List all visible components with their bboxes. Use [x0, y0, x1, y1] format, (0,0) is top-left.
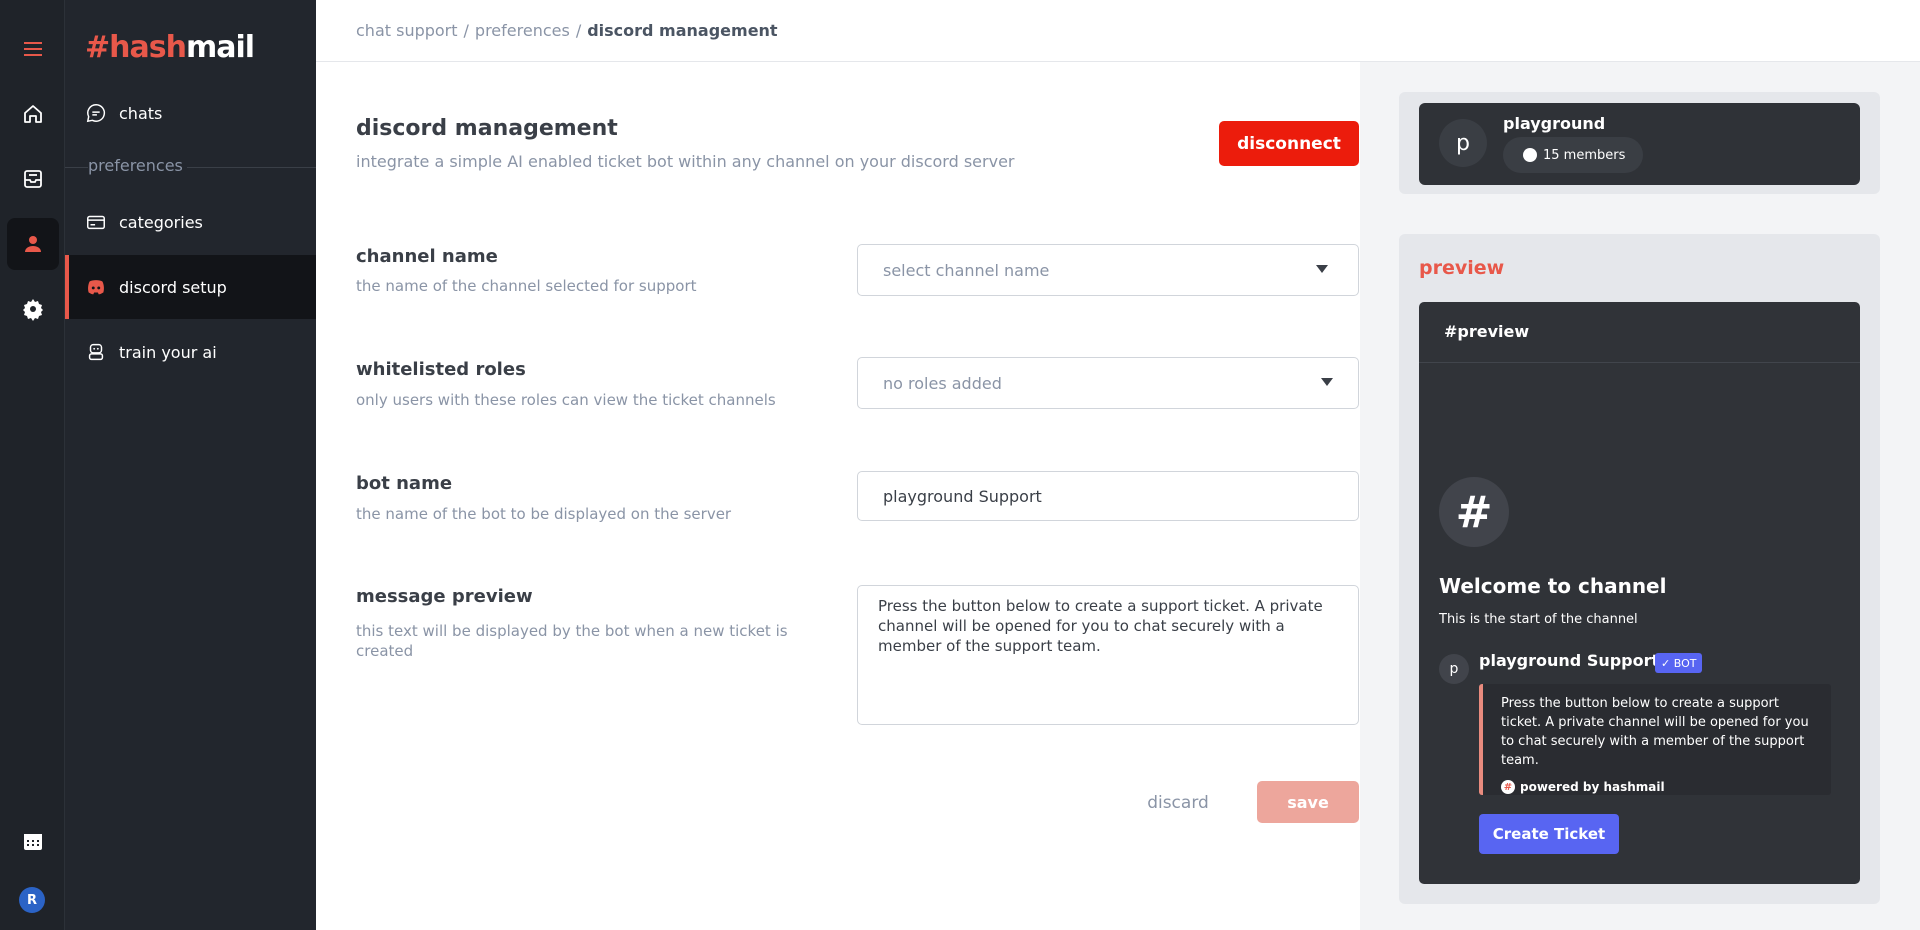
sidebar: #hashmail chats preferences categories d… [65, 0, 316, 930]
channel-name-label: channel name [356, 246, 498, 267]
server-name: playground [1503, 114, 1606, 133]
embed-footer: # powered by hashmail [1501, 780, 1813, 794]
breadcrumb-separator: / [575, 21, 582, 40]
sidebar-item-chats[interactable]: chats [65, 81, 316, 145]
page-subtitle: integrate a simple AI enabled ticket bot… [356, 152, 1015, 171]
support-agent-icon [25, 236, 41, 252]
page-title: discord management [356, 116, 618, 141]
home-icon [24, 105, 42, 123]
caret-down-icon [1316, 265, 1328, 273]
inbox-button[interactable] [7, 153, 59, 205]
calendar-icon [24, 834, 42, 850]
hashmail-logo: #hashmail [85, 30, 255, 65]
breadcrumb-preferences[interactable]: preferences [475, 21, 570, 40]
caret-down-icon [1321, 378, 1333, 386]
save-button[interactable]: save [1257, 781, 1359, 823]
message-preview-help: this text will be displayed by the bot w… [356, 622, 788, 660]
bot-name-label: bot name [356, 473, 453, 494]
channel-name-help: the name of the channel selected for sup… [356, 277, 697, 295]
chat-bubble-icon [86, 104, 106, 123]
channel-start-text: This is the start of the channel [1439, 612, 1638, 627]
home-button[interactable] [7, 88, 59, 140]
support-button[interactable] [7, 218, 59, 270]
bot-avatar: p [1439, 654, 1469, 684]
discord-icon [88, 280, 104, 295]
icon-rail: R [0, 0, 65, 930]
channel-hash-icon: # [1439, 477, 1509, 547]
channel-name-select[interactable]: select channel name [857, 244, 1359, 296]
discord-channel-header: #preview [1419, 302, 1860, 363]
robot-icon [88, 343, 104, 361]
whitelisted-roles-help: only users with these roles can view the… [356, 391, 776, 409]
discard-button[interactable]: discard [1118, 782, 1238, 824]
sidebar-item-label: train your ai [119, 342, 217, 362]
sidebar-item-categories[interactable]: categories [65, 190, 316, 254]
server-card-panel: p playground 15 members [1399, 92, 1880, 194]
section-heading-preferences: preferences [88, 156, 187, 175]
message-preview-textarea[interactable]: Press the button below to create a suppo… [857, 585, 1359, 725]
settings-button[interactable] [7, 283, 59, 335]
breadcrumb-separator: / [463, 21, 469, 40]
sidebar-item-discord-setup[interactable]: discord setup [65, 255, 316, 319]
calendar-button[interactable] [7, 815, 59, 867]
status-dot-icon [1523, 148, 1537, 162]
hashmail-icon: # [1501, 780, 1515, 794]
whitelisted-roles-placeholder: no roles added [883, 373, 1002, 393]
breadcrumb: chat support / preferences / discord man… [316, 0, 1920, 62]
card-icon [87, 215, 105, 230]
members-count: 15 members [1543, 147, 1626, 163]
bot-name: playground Support [1479, 651, 1660, 670]
sidebar-item-train-your-ai[interactable]: train your ai [65, 320, 316, 384]
whitelisted-roles-select[interactable]: no roles added [857, 357, 1359, 409]
breadcrumb-current: discord management [587, 21, 778, 40]
welcome-heading: Welcome to channel [1439, 574, 1667, 598]
sidebar-item-label: discord setup [119, 277, 227, 297]
embed-text: Press the button below to create a suppo… [1501, 696, 1809, 768]
message-preview-label: message preview [356, 586, 533, 607]
members-badge: 15 members [1503, 137, 1644, 173]
embed-footer-text: powered by hashmail [1520, 780, 1665, 794]
create-ticket-button[interactable]: Create Ticket [1479, 814, 1619, 854]
sidebar-item-label: chats [119, 103, 163, 123]
disconnect-button[interactable]: disconnect [1219, 121, 1359, 166]
bot-name-help: the name of the bot to be displayed on t… [356, 505, 732, 523]
breadcrumb-chat-support[interactable]: chat support [356, 21, 458, 40]
user-avatar[interactable]: R [19, 887, 45, 913]
preview-panel: preview #preview # Welcome to channel Th… [1399, 234, 1880, 904]
bot-name-input[interactable] [857, 471, 1359, 521]
main-content: discord management integrate a simple AI… [316, 62, 1360, 930]
menu-icon [24, 42, 42, 56]
server-card: p playground 15 members [1419, 103, 1860, 185]
discord-preview: #preview # Welcome to channel This is th… [1419, 302, 1860, 884]
bot-badge: ✓ BOT [1655, 653, 1703, 673]
whitelisted-roles-label: whitelisted roles [356, 359, 526, 380]
preview-title: preview [1419, 257, 1505, 279]
server-avatar: p [1439, 119, 1487, 167]
channel-name-placeholder: select channel name [883, 260, 1050, 280]
sidebar-item-label: categories [119, 212, 203, 232]
menu-button[interactable] [7, 23, 59, 75]
bot-embed: Press the button below to create a suppo… [1479, 684, 1831, 795]
inbox-icon [24, 170, 42, 188]
gear-icon [23, 299, 43, 321]
